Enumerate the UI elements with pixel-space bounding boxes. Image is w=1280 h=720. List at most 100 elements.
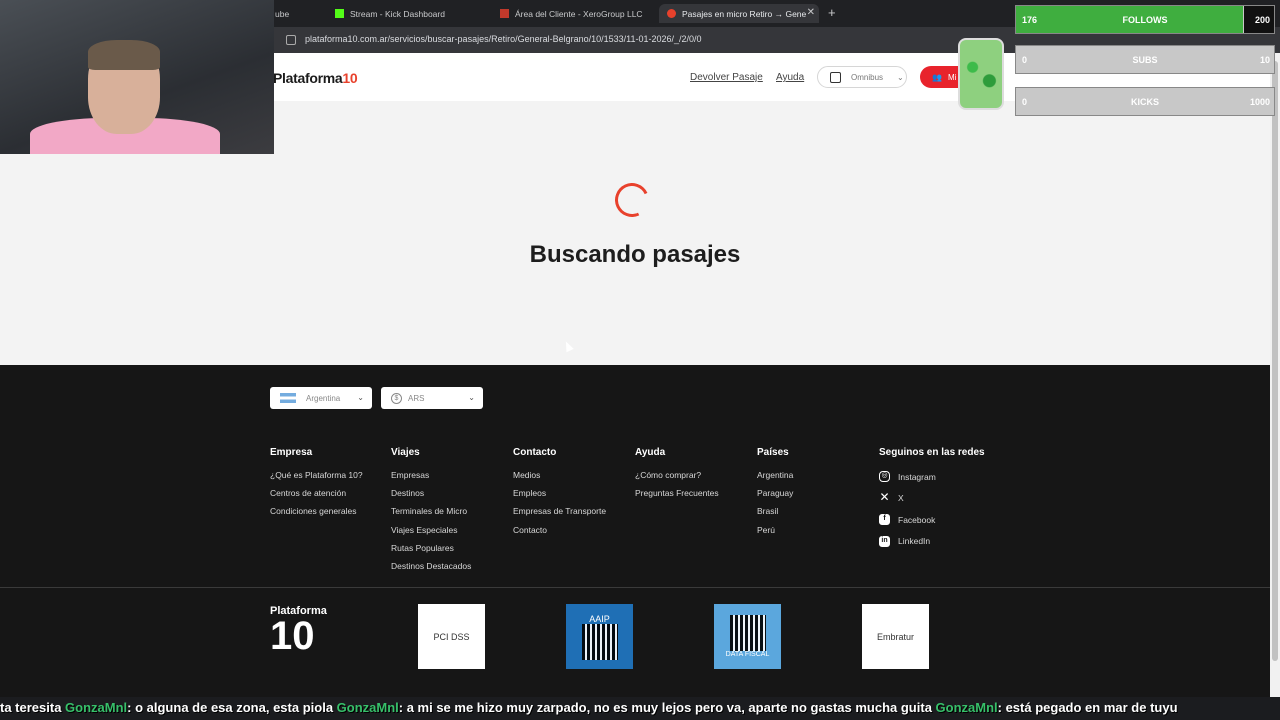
data-fiscal-badge[interactable]: DATA FISCAL <box>714 604 781 669</box>
transport-select[interactable]: Omnibus ⌄ <box>817 66 907 88</box>
footer-link[interactable]: Destinos Destacados <box>391 557 471 575</box>
pci-dss-badge[interactable]: PCI DSS <box>418 604 485 669</box>
linkedin-link[interactable]: in LinkedIn <box>879 531 985 553</box>
footer-divider <box>0 587 1270 588</box>
instagram-link[interactable]: ◎ Instagram <box>879 466 985 488</box>
kicks-goal: 1000 <box>1249 97 1270 107</box>
kicks-goal-bar: 0 KICKS 1000 <box>1015 87 1275 116</box>
ayuda-link[interactable]: Ayuda <box>776 72 804 83</box>
qr-code-icon <box>729 615 766 651</box>
footer-column-social: Seguinos en las redes ◎ Instagram ✕ X f Fac… <box>879 447 985 552</box>
transport-select-value: Omnibus <box>851 72 884 82</box>
page-scrollbar[interactable] <box>1270 53 1280 697</box>
kicks-jar-icon <box>958 38 1004 110</box>
tab-label: ube <box>275 8 290 19</box>
footer-link[interactable]: Paraguay <box>757 484 793 502</box>
tab-youtube[interactable]: ube <box>275 4 325 23</box>
social-label: LinkedIn <box>898 536 931 547</box>
facebook-link[interactable]: f Facebook <box>879 509 985 531</box>
footer-link[interactable]: Condiciones generales <box>270 502 363 520</box>
embratur-badge[interactable]: Embratur <box>862 604 929 669</box>
subs-label: SUBS <box>1132 55 1158 65</box>
chat-ticker: ta teresita GonzaMnl: o alguna de esa zo… <box>0 697 1280 720</box>
site-logo[interactable]: Plataforma10 <box>273 70 358 86</box>
social-label: Facebook <box>898 514 936 525</box>
footer-link[interactable]: ¿Qué es Plataforma 10? <box>270 466 363 484</box>
footer-column-title: Ayuda <box>635 447 666 458</box>
tab-kick-dashboard[interactable]: Stream - Kick Dashboard <box>335 4 485 23</box>
logo-text: Plataforma <box>273 70 343 86</box>
site-info-icon[interactable] <box>286 35 296 45</box>
footer-column-title: Contacto <box>513 447 557 458</box>
badge-label: AAIP <box>589 613 610 624</box>
footer-column-contacto: Contacto Medios Empleos Empresas de Tran… <box>513 447 606 539</box>
country-select[interactable]: Argentina ⌄ <box>270 387 372 409</box>
site-footer: Argentina ⌄ $ ARS ⌄ Empresa ¿Qué es Platafo… <box>0 365 1270 720</box>
argentina-flag-icon <box>280 393 296 403</box>
instagram-icon: ◎ <box>879 471 890 483</box>
footer-link[interactable]: Empleos <box>513 484 606 502</box>
footer-link[interactable]: ¿Cómo comprar? <box>635 466 719 484</box>
chat-message: : o alguna de esa zona, esta piola <box>127 700 337 715</box>
footer-link[interactable]: Destinos <box>391 484 471 502</box>
footer-column-ayuda: Ayuda ¿Cómo comprar? Preguntas Frecuente… <box>635 447 719 502</box>
devolver-pasaje-link[interactable]: Devolver Pasaje <box>690 72 763 83</box>
subs-goal: 10 <box>1259 55 1270 65</box>
footer-link[interactable]: Viajes Especiales <box>391 521 471 539</box>
chat-message: ta teresita <box>0 700 66 715</box>
kicks-label: KICKS <box>1130 97 1159 107</box>
footer-link[interactable]: Medios <box>513 466 606 484</box>
footer-link[interactable]: Contacto <box>513 521 606 539</box>
bus-icon <box>830 71 841 83</box>
chat-ticker-text: ta teresita GonzaMnl: o alguna de esa zo… <box>0 700 1178 715</box>
tab-label: Pasajes en micro Retiro → Gene <box>682 8 807 19</box>
mouse-cursor-icon <box>562 339 574 353</box>
loading-status-text: Buscando pasajes <box>529 241 741 268</box>
footer-column-paises: Países Argentina Paraguay Brasil Perú <box>757 447 793 539</box>
badge-label: PCI DSS <box>433 631 470 642</box>
tab-xerogroup[interactable]: Área del Cliente - XeroGroup LLC <box>500 4 650 23</box>
chat-message: : a mi se me hizo muy zarpado, no es muy… <box>398 700 936 715</box>
chat-username: GonzaMnl <box>65 700 128 715</box>
footer-link[interactable]: Perú <box>757 521 793 539</box>
footer-link[interactable]: Preguntas Frecuentes <box>635 484 719 502</box>
account-button-label: Mi <box>947 72 957 82</box>
new-tab-button[interactable]: + <box>828 5 836 20</box>
x-link[interactable]: ✕ X <box>879 488 985 510</box>
currency-select[interactable]: $ ARS ⌄ <box>381 387 483 409</box>
aaip-badge[interactable]: AAIP <box>566 604 633 669</box>
footer-column-title: Viajes <box>391 447 420 458</box>
scrollbar-thumb[interactable] <box>1272 61 1278 661</box>
follows-goal: 200 <box>1254 15 1270 25</box>
footer-link[interactable]: Empresas de Transporte <box>513 502 606 520</box>
currency-select-value: ARS <box>408 393 425 403</box>
tab-plataforma10[interactable]: Pasajes en micro Retiro → Gene ✕ <box>659 4 819 23</box>
plataforma10-icon <box>667 9 676 18</box>
user-icon: 👥 <box>932 72 942 82</box>
footer-link[interactable]: Rutas Populares <box>391 539 471 557</box>
footer-logo-bottom: 10 <box>270 614 315 658</box>
social-label: Instagram <box>898 471 936 482</box>
follows-label: FOLLOWS <box>1122 15 1168 25</box>
footer-column-title: Países <box>757 447 789 458</box>
close-icon[interactable]: ✕ <box>807 7 815 18</box>
footer-link[interactable]: Empresas <box>391 466 471 484</box>
footer-column-empresa: Empresa ¿Qué es Plataforma 10? Centros d… <box>270 447 363 521</box>
footer-link[interactable]: Argentina <box>757 466 793 484</box>
url-field[interactable]: plataforma10.com.ar/servicios/buscar-pas… <box>305 34 702 44</box>
chevron-down-icon: ⌄ <box>468 393 475 402</box>
x-icon: ✕ <box>879 489 890 504</box>
footer-link[interactable]: Brasil <box>757 502 793 520</box>
chat-username: GonzaMnl <box>336 700 399 715</box>
badge-label: Embratur <box>876 631 914 642</box>
xerogroup-icon <box>500 9 509 18</box>
footer-logo: Plataforma 10 <box>270 605 327 658</box>
dollar-icon: $ <box>391 392 402 404</box>
footer-link[interactable]: Centros de atención <box>270 484 363 502</box>
footer-link[interactable]: Terminales de Micro <box>391 502 471 520</box>
badge-label: DATA FISCAL <box>725 651 770 658</box>
tab-label: Stream - Kick Dashboard <box>350 8 445 19</box>
kick-icon <box>335 9 344 18</box>
tab-label: Área del Cliente - XeroGroup LLC <box>515 8 643 19</box>
footer-column-title: Empresa <box>270 447 313 458</box>
